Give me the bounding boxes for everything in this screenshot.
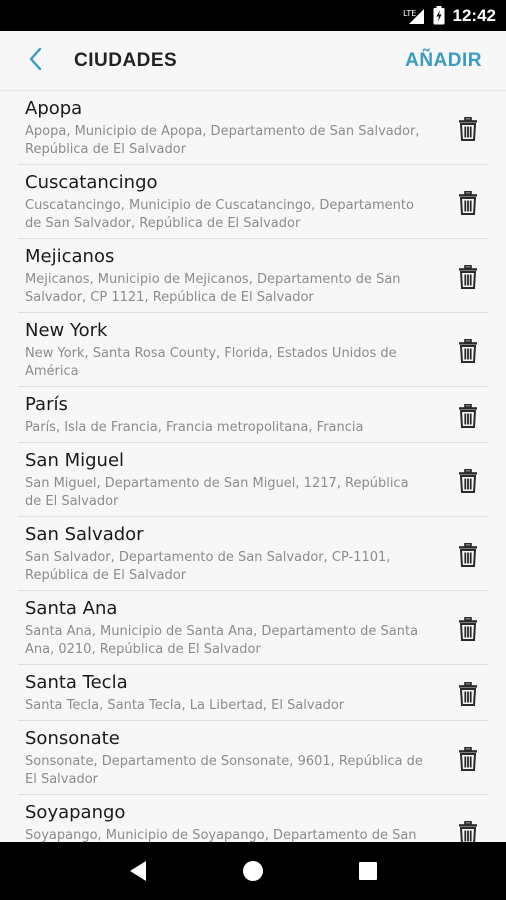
nav-back-button[interactable] <box>118 851 158 891</box>
svg-text:LTE: LTE <box>403 9 416 18</box>
nav-recents-button[interactable] <box>348 851 388 891</box>
city-name: Santa Ana <box>25 598 118 619</box>
delete-city-button[interactable] <box>448 681 488 706</box>
city-list: Apopa Apopa, Municipio de Apopa, Departam… <box>0 91 506 842</box>
city-detail: Sonsonate, Departamento de Sonsonate, 96… <box>25 754 423 787</box>
circle-home-icon <box>242 861 263 881</box>
city-text: Santa Tecla Santa Tecla, Santa Tecla, La … <box>25 672 448 715</box>
city-text: San Salvador San Salvador, Departamento d… <box>25 524 448 585</box>
status-time: 12:42 <box>452 5 496 25</box>
trash-icon <box>459 681 477 706</box>
triangle-back-icon <box>129 861 146 881</box>
delete-city-button[interactable] <box>448 338 488 363</box>
city-detail: San Miguel, Departamento de San Miguel, … <box>25 476 409 509</box>
city-text: Soyapango Soyapango, Municipio de Soyapan… <box>25 802 448 842</box>
city-name: Santa Tecla <box>25 672 128 693</box>
city-row[interactable]: Soyapango Soyapango, Municipio de Soyapan… <box>18 795 488 842</box>
nav-home-button[interactable] <box>233 851 273 891</box>
city-detail: Soyapango, Municipio de Soyapango, Depar… <box>25 828 417 842</box>
city-name: New York <box>25 320 108 341</box>
city-row[interactable]: Mejicanos Mejicanos, Municipio de Mejican… <box>18 239 488 313</box>
delete-city-button[interactable] <box>448 746 488 771</box>
trash-icon <box>459 746 477 771</box>
city-text: Mejicanos Mejicanos, Municipio de Mejican… <box>25 246 448 307</box>
back-button[interactable] <box>0 31 70 91</box>
city-detail: Santa Ana, Municipio de Santa Ana, Depar… <box>25 624 419 657</box>
city-name: Apopa <box>25 98 83 119</box>
city-row[interactable]: San Miguel San Miguel, Departamento de Sa… <box>18 443 488 517</box>
status-bar: LTE 12:42 <box>0 0 506 31</box>
city-name: San Miguel <box>25 450 125 471</box>
city-row[interactable]: San Salvador San Salvador, Departamento d… <box>18 517 488 591</box>
city-row[interactable]: Santa Tecla Santa Tecla, Santa Tecla, La … <box>18 665 488 721</box>
battery-icon <box>433 6 445 25</box>
delete-city-button[interactable] <box>448 116 488 141</box>
city-detail: Mejicanos, Municipio de Mejicanos, Depar… <box>25 272 401 305</box>
city-detail: San Salvador, Departamento de San Salvad… <box>25 550 391 583</box>
delete-city-button[interactable] <box>448 616 488 641</box>
delete-city-button[interactable] <box>448 820 488 842</box>
city-row[interactable]: Santa Ana Santa Ana, Municipio de Santa A… <box>18 591 488 665</box>
city-row[interactable]: Cuscatancingo Cuscatancingo, Municipio de… <box>18 165 488 239</box>
chevron-left-icon <box>28 47 42 75</box>
city-name: Cuscatancingo <box>25 172 158 193</box>
trash-icon <box>459 468 477 493</box>
trash-icon <box>459 338 477 363</box>
city-text: Santa Ana Santa Ana, Municipio de Santa A… <box>25 598 448 659</box>
trash-icon <box>459 542 477 567</box>
city-detail: New York, Santa Rosa County, Florida, Es… <box>25 346 397 379</box>
lte-icon: LTE <box>403 7 425 25</box>
trash-icon <box>459 403 477 428</box>
city-detail: Apopa, Municipio de Apopa, Departamento … <box>25 124 420 157</box>
city-detail: Santa Tecla, Santa Tecla, La Libertad, E… <box>25 698 345 713</box>
app-bar: CIUDADES AÑADIR <box>0 31 506 91</box>
square-recents-icon <box>359 862 378 880</box>
navigation-bar <box>0 842 506 900</box>
delete-city-button[interactable] <box>448 190 488 215</box>
delete-city-button[interactable] <box>448 542 488 567</box>
city-text: Apopa Apopa, Municipio de Apopa, Departam… <box>25 98 448 159</box>
delete-city-button[interactable] <box>448 468 488 493</box>
city-row[interactable]: New York New York, Santa Rosa County, Flo… <box>18 313 488 387</box>
city-text: San Miguel San Miguel, Departamento de Sa… <box>25 450 448 511</box>
trash-icon <box>459 190 477 215</box>
city-row[interactable]: Apopa Apopa, Municipio de Apopa, Departam… <box>18 91 488 165</box>
city-detail: Cuscatancingo, Municipio de Cuscatancing… <box>25 198 414 231</box>
city-text: Cuscatancingo Cuscatancingo, Municipio de… <box>25 172 448 233</box>
trash-icon <box>459 616 477 641</box>
delete-city-button[interactable] <box>448 264 488 289</box>
city-name: Mejicanos <box>25 246 115 267</box>
delete-city-button[interactable] <box>448 403 488 428</box>
city-name: San Salvador <box>25 524 144 545</box>
city-name: Soyapango <box>25 802 126 823</box>
city-row[interactable]: Sonsonate Sonsonate, Departamento de Sons… <box>18 721 488 795</box>
trash-icon <box>459 116 477 141</box>
city-detail: París, Isla de Francia, Francia metropol… <box>25 420 364 435</box>
trash-icon <box>459 820 477 842</box>
add-city-button[interactable]: AÑADIR <box>393 50 506 72</box>
city-name: Sonsonate <box>25 728 120 749</box>
city-row[interactable]: París París, Isla de Francia, Francia met… <box>18 387 488 443</box>
city-text: Sonsonate Sonsonate, Departamento de Sons… <box>25 728 448 789</box>
city-name: París <box>25 394 68 415</box>
trash-icon <box>459 264 477 289</box>
city-text: París París, Isla de Francia, Francia met… <box>25 394 448 437</box>
page-title: CIUDADES <box>74 49 178 71</box>
city-text: New York New York, Santa Rosa County, Flo… <box>25 320 448 381</box>
